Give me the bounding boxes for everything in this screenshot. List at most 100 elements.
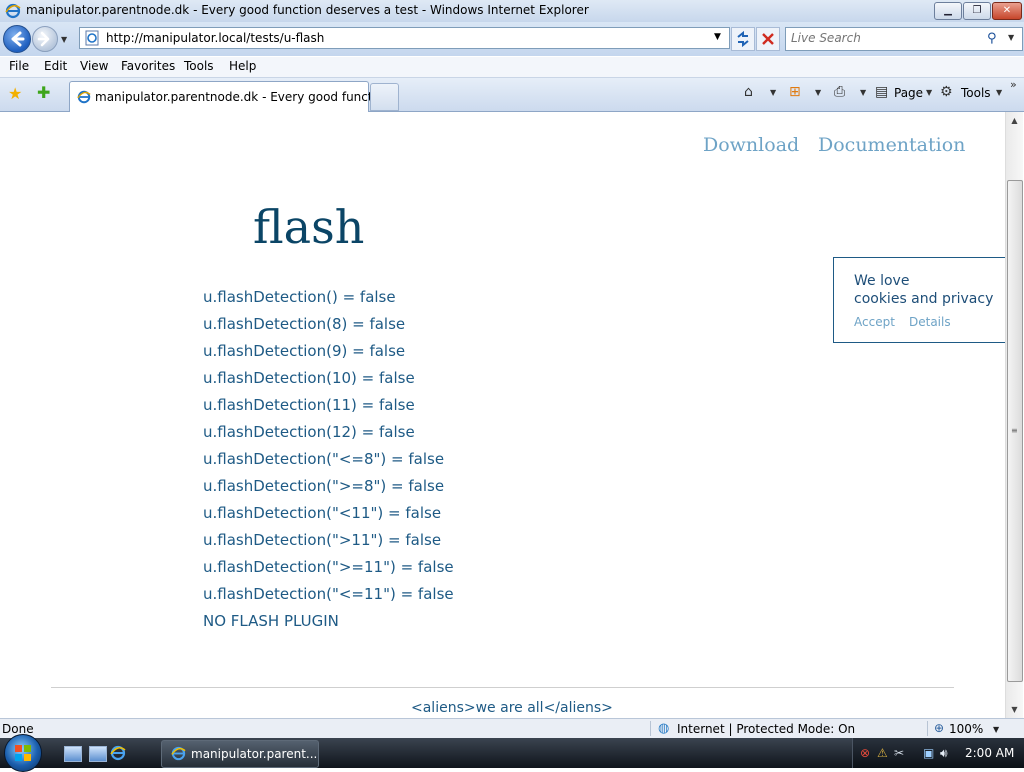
internet-explorer-quicklaunch-icon[interactable] xyxy=(110,745,126,761)
menu-file[interactable]: File xyxy=(9,59,29,73)
list-item: u.flashDetection(">=11") = false xyxy=(203,558,454,576)
forward-arrow-icon xyxy=(37,31,50,47)
status-divider xyxy=(927,721,928,736)
cookie-details-link[interactable]: Details xyxy=(909,315,951,329)
footer-divider xyxy=(51,687,954,688)
list-item: u.flashDetection("<11") = false xyxy=(203,504,442,522)
zoom-level[interactable]: 100% xyxy=(949,722,983,736)
favorites-center-star-icon[interactable]: ★ xyxy=(8,84,22,103)
page-menu-label[interactable]: Page xyxy=(894,86,923,100)
windows-logo-icon xyxy=(15,745,31,761)
list-item: u.flashDetection(9) = false xyxy=(203,342,406,360)
home-icon[interactable]: ⌂ xyxy=(744,84,753,100)
tools-menu-label[interactable]: Tools xyxy=(961,86,991,100)
scrollbar-thumb[interactable]: ≡ xyxy=(1007,180,1023,682)
tab-active[interactable]: manipulator.parentnode.dk - Every good f… xyxy=(69,81,395,112)
tab-label: manipulator.parentnode.dk - Every good f… xyxy=(95,90,395,104)
test-results-list: u.flashDetection() = false u.flashDetect… xyxy=(203,288,454,639)
taskbar: manipulator.parent... ⊗ ⚠ ✂ ▣ 🔊︎ 2:00 AM xyxy=(0,734,1024,772)
address-url[interactable]: http://manipulator.local/tests/u-flash xyxy=(106,31,324,45)
refresh-button[interactable] xyxy=(731,27,755,51)
back-button[interactable] xyxy=(3,25,31,53)
start-button[interactable] xyxy=(4,734,42,772)
maximize-button[interactable]: ❐ xyxy=(963,2,991,20)
list-item: u.flashDetection(10) = false xyxy=(203,369,415,387)
recent-pages-dropdown-icon[interactable]: ▼ xyxy=(61,35,67,44)
window-title-bar: manipulator.parentnode.dk - Every good f… xyxy=(0,0,1024,23)
page-title: flash xyxy=(253,200,365,254)
show-desktop-icon[interactable] xyxy=(64,746,82,762)
stop-button[interactable] xyxy=(756,27,780,51)
internet-explorer-icon xyxy=(77,90,91,104)
forward-button[interactable] xyxy=(32,26,58,52)
search-box[interactable]: ⚲ ▼ xyxy=(785,27,1023,51)
refresh-icon xyxy=(737,30,749,48)
list-item: NO FLASH PLUGIN xyxy=(203,612,339,630)
taskbar-window-label: manipulator.parent... xyxy=(191,747,318,761)
nav-download-link[interactable]: Download xyxy=(703,134,799,156)
tools-tray-icon[interactable]: ✂ xyxy=(894,746,904,760)
cookie-message: We love cookies and privacy xyxy=(854,272,993,308)
menu-view[interactable]: View xyxy=(80,59,108,73)
print-dropdown-icon[interactable]: ▼ xyxy=(860,88,866,97)
network-warning-icon[interactable]: ⚠ xyxy=(877,746,888,760)
add-favorite-icon[interactable]: ✚ xyxy=(37,83,50,102)
feeds-icon[interactable]: ⊞ xyxy=(789,84,801,100)
nav-documentation-link[interactable]: Documentation xyxy=(818,134,965,156)
search-options-dropdown-icon[interactable]: ▼ xyxy=(1008,33,1014,42)
search-input[interactable] xyxy=(791,31,981,45)
switch-windows-icon[interactable] xyxy=(89,746,107,762)
status-bar: Done ◍ Internet | Protected Mode: On ⊕ 1… xyxy=(0,718,1024,738)
internet-explorer-icon xyxy=(5,3,21,19)
list-item: u.flashDetection(8) = false xyxy=(203,315,406,333)
list-item: u.flashDetection(">11") = false xyxy=(203,531,442,549)
page-icon xyxy=(85,30,99,46)
window-title: manipulator.parentnode.dk - Every good f… xyxy=(26,3,589,17)
scroll-down-arrow-icon[interactable]: ▼ xyxy=(1006,701,1023,718)
cookie-accept-link[interactable]: Accept xyxy=(854,315,895,329)
address-dropdown-icon[interactable]: ▼ xyxy=(714,32,721,42)
menu-edit[interactable]: Edit xyxy=(44,59,67,73)
menu-tools[interactable]: Tools xyxy=(184,59,214,73)
search-icon[interactable]: ⚲ xyxy=(987,31,997,46)
clock[interactable]: 2:00 AM xyxy=(965,746,1014,760)
page-menu-icon[interactable]: ▤ xyxy=(875,84,888,100)
menu-favorites[interactable]: Favorites xyxy=(121,59,175,73)
new-tab-button[interactable] xyxy=(370,83,399,111)
menu-help[interactable]: Help xyxy=(229,59,256,73)
minimize-button[interactable]: ▁ xyxy=(934,2,962,20)
cookie-message-line2: cookies and privacy xyxy=(854,291,994,307)
security-zone-text[interactable]: Internet | Protected Mode: On xyxy=(677,722,855,736)
volume-icon[interactable]: 🔊︎ xyxy=(940,746,948,761)
security-alert-icon[interactable]: ⊗ xyxy=(860,746,870,760)
list-item: u.flashDetection("<=11") = false xyxy=(203,585,454,603)
page-content: Download Documentation flash u.flashDete… xyxy=(1,112,1005,718)
vertical-scrollbar[interactable]: ▲ ≡ ▼ xyxy=(1005,112,1023,718)
home-dropdown-icon[interactable]: ▼ xyxy=(770,88,776,97)
tab-toolbar: ★ ✚ manipulator.parentnode.dk - Every go… xyxy=(0,78,1024,112)
scrollbar-grip-icon: ≡ xyxy=(1011,426,1018,435)
page-menu-dropdown-icon[interactable]: ▼ xyxy=(926,88,932,97)
tools-gear-icon[interactable]: ⚙ xyxy=(940,84,953,100)
system-tray: ⊗ ⚠ ✂ ▣ 🔊︎ 2:00 AM xyxy=(852,738,1024,768)
list-item: u.flashDetection(12) = false xyxy=(203,423,415,441)
feeds-dropdown-icon[interactable]: ▼ xyxy=(815,88,821,97)
toolbar-overflow-chevron[interactable]: » xyxy=(1010,78,1017,91)
internet-explorer-icon xyxy=(171,746,186,761)
scroll-up-arrow-icon[interactable]: ▲ xyxy=(1006,112,1023,129)
list-item: u.flashDetection(11) = false xyxy=(203,396,415,414)
status-divider xyxy=(650,721,651,736)
taskbar-window-button[interactable]: manipulator.parent... xyxy=(161,740,319,768)
address-bar[interactable]: http://manipulator.local/tests/u-flash ▼ xyxy=(79,27,730,49)
zoom-magnifier-icon[interactable]: ⊕ xyxy=(934,721,944,735)
tools-menu-dropdown-icon[interactable]: ▼ xyxy=(996,88,1002,97)
zoom-dropdown-icon[interactable]: ▼ xyxy=(993,725,999,734)
network-icon[interactable]: ▣ xyxy=(923,746,934,760)
list-item: u.flashDetection() = false xyxy=(203,288,396,306)
stop-icon xyxy=(762,33,774,45)
list-item: u.flashDetection(">=8") = false xyxy=(203,477,445,495)
footer-text: <aliens>we are all</aliens> xyxy=(411,700,613,716)
print-icon[interactable]: ⎙ xyxy=(834,84,845,100)
close-button[interactable]: ✕ xyxy=(992,2,1022,20)
internet-zone-globe-icon: ◍ xyxy=(658,721,670,736)
